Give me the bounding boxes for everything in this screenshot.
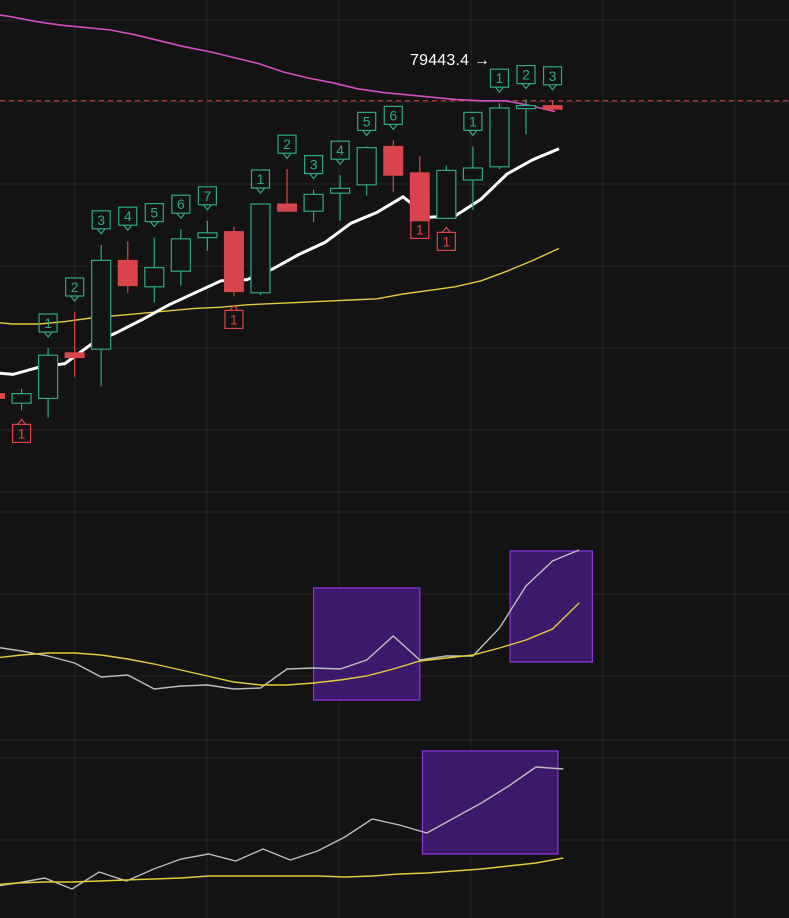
sequence-number: 5 (363, 113, 371, 129)
sequence-badge-pointer (256, 187, 265, 194)
sequence-badge-pointer (494, 86, 504, 94)
sequence-badge-pointer (335, 158, 345, 166)
candle-body-bull (91, 259, 112, 350)
candle-body-bull (515, 104, 537, 110)
sequence-number: 7 (204, 188, 212, 204)
candle-body-bull (197, 232, 218, 239)
sequence-number: 5 (150, 205, 158, 221)
candle-body-bull (303, 193, 324, 212)
candle-body-bull (170, 238, 191, 272)
sequence-badge-pointer (309, 173, 319, 180)
sequence-number: 1 (257, 171, 265, 187)
candle-body-bull (37, 354, 59, 400)
candle-body-bull (144, 267, 165, 288)
sequence-number: 4 (124, 208, 132, 224)
price-pane: 1 1 2 3 4 5 6 7 1 1 2 3 4 5 6 1 1 1 1 2 3 (0, 14, 789, 443)
candle-body-bull (330, 187, 351, 194)
candle-body-bear (117, 259, 138, 287)
candle-body-bull (436, 169, 457, 219)
candle-body-bull (11, 393, 32, 404)
candle-body-bull (489, 107, 510, 168)
candle-body-bear (383, 145, 404, 176)
sequence-badge-pointer (123, 224, 133, 232)
sequence-badge-pointer (17, 418, 27, 425)
sequence-number: 6 (177, 196, 185, 212)
sequence-badge-pointer (176, 212, 186, 220)
sequence-number: 3 (310, 157, 318, 173)
candle-body-bear (0, 393, 5, 399)
sequence-number: 1 (416, 221, 424, 237)
grid-layer (0, 0, 789, 918)
sequence-badge-pointer (282, 152, 292, 160)
current-price-label: 79443.4 → (410, 52, 491, 69)
oscillator-pane-1 (0, 549, 593, 701)
candle-body-bear (223, 231, 244, 293)
sequence-badge-pointer (548, 84, 558, 91)
sequence-number: 2 (71, 279, 79, 295)
sequence-number: 3 (97, 212, 105, 228)
candle-body-bull (250, 203, 271, 294)
candle-body-bull (462, 167, 483, 181)
oscillator-slow-line (0, 602, 580, 686)
sequence-badge-pointer (96, 228, 106, 235)
sequence-badge-pointer (441, 226, 451, 233)
oscillator-fast-line (0, 549, 580, 690)
candle-body-bear (277, 203, 298, 212)
sequence-badge-pointer (362, 130, 372, 137)
sequence-number: 1 (469, 113, 477, 129)
sequence-number: 2 (522, 67, 530, 83)
sequence-badge-pointer (43, 331, 53, 338)
ma-fast-line (0, 147, 560, 376)
chart-canvas: 1 1 2 3 4 5 6 7 1 1 2 3 4 5 6 1 1 1 1 2 3 (0, 0, 789, 918)
sequence-badge-pointer (468, 130, 478, 137)
candle-body-bull (356, 147, 377, 186)
candle-body-bear (64, 352, 85, 359)
sequence-number: 4 (336, 142, 344, 158)
chart-root: 1 1 2 3 4 5 6 7 1 1 2 3 4 5 6 1 1 1 1 2 3 79443.4 → (0, 0, 789, 918)
candle-body-bear (542, 105, 563, 110)
sequence-number: 1 (230, 311, 238, 327)
oscillator-slow-line (0, 857, 564, 885)
sequence-badge-pointer (521, 83, 531, 90)
sequence-badge-pointer (388, 124, 398, 131)
highlight-region (313, 587, 421, 701)
sequence-number: 3 (549, 68, 557, 84)
sequence-badge-pointer (149, 221, 159, 228)
highlight-region (509, 550, 593, 663)
sequence-number: 1 (44, 315, 52, 331)
candle-body-bear (409, 172, 430, 222)
sequence-number: 2 (283, 136, 291, 152)
sequence-number: 1 (496, 70, 504, 86)
sequence-number: 1 (18, 425, 26, 441)
sequence-number: 6 (389, 107, 397, 123)
oscillator-pane-2 (0, 750, 564, 890)
sequence-number: 1 (442, 233, 450, 249)
